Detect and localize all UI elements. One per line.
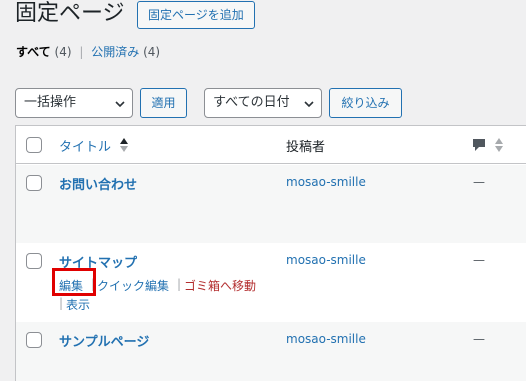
page-title: 固定ページ (15, 1, 125, 26)
action-separator: | (59, 296, 64, 310)
row-checkbox[interactable] (26, 175, 42, 191)
filter-button[interactable]: 絞り込み (329, 88, 402, 118)
table-row: サンプルページ mosao-smille — (16, 322, 526, 381)
edit-link-highlight-box (52, 268, 96, 296)
sort-icon[interactable] (494, 137, 504, 153)
chevron-down-icon (304, 101, 314, 108)
column-author-header: 投稿者 (286, 140, 326, 155)
row-checkbox[interactable] (26, 332, 42, 348)
action-separator: | (177, 277, 182, 291)
chevron-down-icon (115, 101, 125, 108)
author-link[interactable]: mosao-smille (286, 332, 366, 346)
sort-icon[interactable] (119, 137, 129, 153)
date-filter-value: すべての日付 (213, 95, 290, 110)
bulk-action-value: 一括操作 (24, 95, 77, 110)
author-link[interactable]: mosao-smille (286, 175, 366, 189)
column-title-header[interactable]: タイトル (59, 136, 111, 155)
date-filter-select[interactable]: すべての日付 (204, 88, 322, 118)
filter-all-link[interactable]: すべて (16, 45, 51, 59)
page-title-link[interactable]: お問い合わせ (59, 174, 137, 193)
select-all-checkbox[interactable] (26, 137, 42, 153)
add-new-page-button[interactable]: 固定ページを追加 (137, 1, 255, 29)
view-link[interactable]: 表示 (66, 296, 90, 313)
table-row: お問い合わせ mosao-smille — (16, 165, 526, 243)
bulk-action-select[interactable]: 一括操作 (15, 88, 133, 118)
filter-separator: | (79, 45, 84, 59)
filter-published-count: (4) (143, 45, 161, 59)
trash-link[interactable]: ゴミ箱へ移動 (184, 277, 256, 294)
filter-all-count: (4) (54, 45, 72, 59)
row-checkbox[interactable] (26, 253, 42, 269)
pages-table: タイトル 投稿者 お問い合わせ mosao-smille — サイトマップ mo… (15, 125, 526, 381)
page-title-link[interactable]: サンプルページ (59, 331, 149, 350)
comment-icon[interactable] (472, 138, 486, 152)
comment-count: — (473, 253, 485, 267)
table-header: タイトル 投稿者 (16, 126, 526, 164)
comment-count: — (473, 332, 485, 346)
filter-published-link[interactable]: 公開済み (91, 45, 139, 59)
quick-edit-link[interactable]: クイック編集 (97, 277, 169, 294)
comment-count: — (473, 175, 485, 189)
apply-button[interactable]: 適用 (140, 88, 187, 118)
status-filter-links: すべて (4) | 公開済み (4) (16, 44, 160, 60)
author-link[interactable]: mosao-smille (286, 253, 366, 267)
